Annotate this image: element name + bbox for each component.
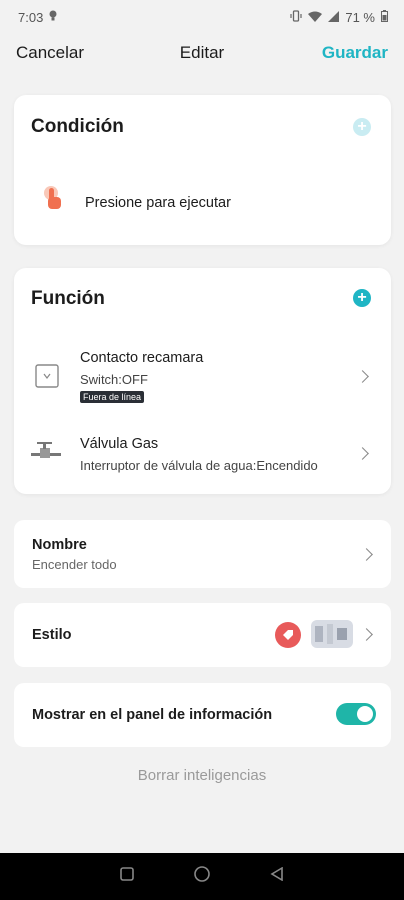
battery-percent: 71 % <box>345 9 375 25</box>
panel-label: Mostrar en el panel de información <box>32 707 273 723</box>
panel-toggle[interactable] <box>336 703 376 725</box>
style-cover-image <box>311 620 353 648</box>
cancel-button[interactable]: Cancelar <box>16 43 84 63</box>
system-nav-bar <box>0 853 404 900</box>
style-row[interactable]: Estilo <box>14 603 391 667</box>
condition-title: Condición <box>31 116 124 137</box>
style-label: Estilo <box>32 627 72 643</box>
offline-badge: Fuera de línea <box>80 391 145 403</box>
signal-icon <box>328 10 340 25</box>
recents-icon[interactable] <box>120 867 134 886</box>
back-icon[interactable] <box>270 866 284 886</box>
name-row[interactable]: Nombre Encender todo <box>14 520 391 588</box>
chevron-right-icon <box>356 370 369 383</box>
save-button[interactable]: Guardar <box>322 43 388 63</box>
add-function-icon[interactable]: + <box>353 289 371 307</box>
function-item-detail: Interruptor de válvula de agua:Encendido <box>80 458 318 473</box>
add-condition-icon[interactable]: + <box>353 118 371 136</box>
vibrate-icon <box>290 9 302 25</box>
bulb-icon <box>49 10 57 25</box>
status-time: 7:03 <box>18 9 44 25</box>
panel-row: Mostrar en el panel de información <box>14 683 391 747</box>
nav-header: Editar Cancelar Guardar <box>0 34 404 72</box>
function-item-detail: Switch:OFF <box>80 372 148 387</box>
chevron-right-icon <box>356 447 369 460</box>
function-item-name: Contacto recamara <box>80 350 204 366</box>
wifi-icon <box>308 10 323 25</box>
function-item-name: Válvula Gas <box>80 436 159 452</box>
condition-card: Condición + Presione para ejecutar <box>14 95 391 245</box>
condition-label: Presione para ejecutar <box>85 195 231 211</box>
battery-icon <box>381 9 388 25</box>
tap-hand-icon <box>42 185 64 216</box>
name-value: Encender todo <box>32 557 117 572</box>
function-title: Función <box>31 288 105 309</box>
function-card: Función + Contacto recamara Switch:OFF F… <box>14 268 391 494</box>
style-tag-icon <box>275 622 301 653</box>
delete-button[interactable]: Borrar inteligencias <box>0 767 404 784</box>
name-label: Nombre <box>32 537 87 553</box>
condition-row[interactable]: Presione para ejecutar <box>14 173 391 223</box>
chevron-right-icon <box>360 548 373 561</box>
switch-icon <box>35 364 59 393</box>
function-item[interactable]: Contacto recamara Switch:OFF Fuera de lí… <box>14 344 391 410</box>
status-bar: 7:03 71 % <box>0 0 404 34</box>
home-icon[interactable] <box>194 866 210 887</box>
toggle-knob <box>357 706 373 722</box>
valve-icon <box>31 442 61 467</box>
function-item[interactable]: Válvula Gas Interruptor de válvula de ag… <box>14 428 391 478</box>
chevron-right-icon <box>360 628 373 641</box>
